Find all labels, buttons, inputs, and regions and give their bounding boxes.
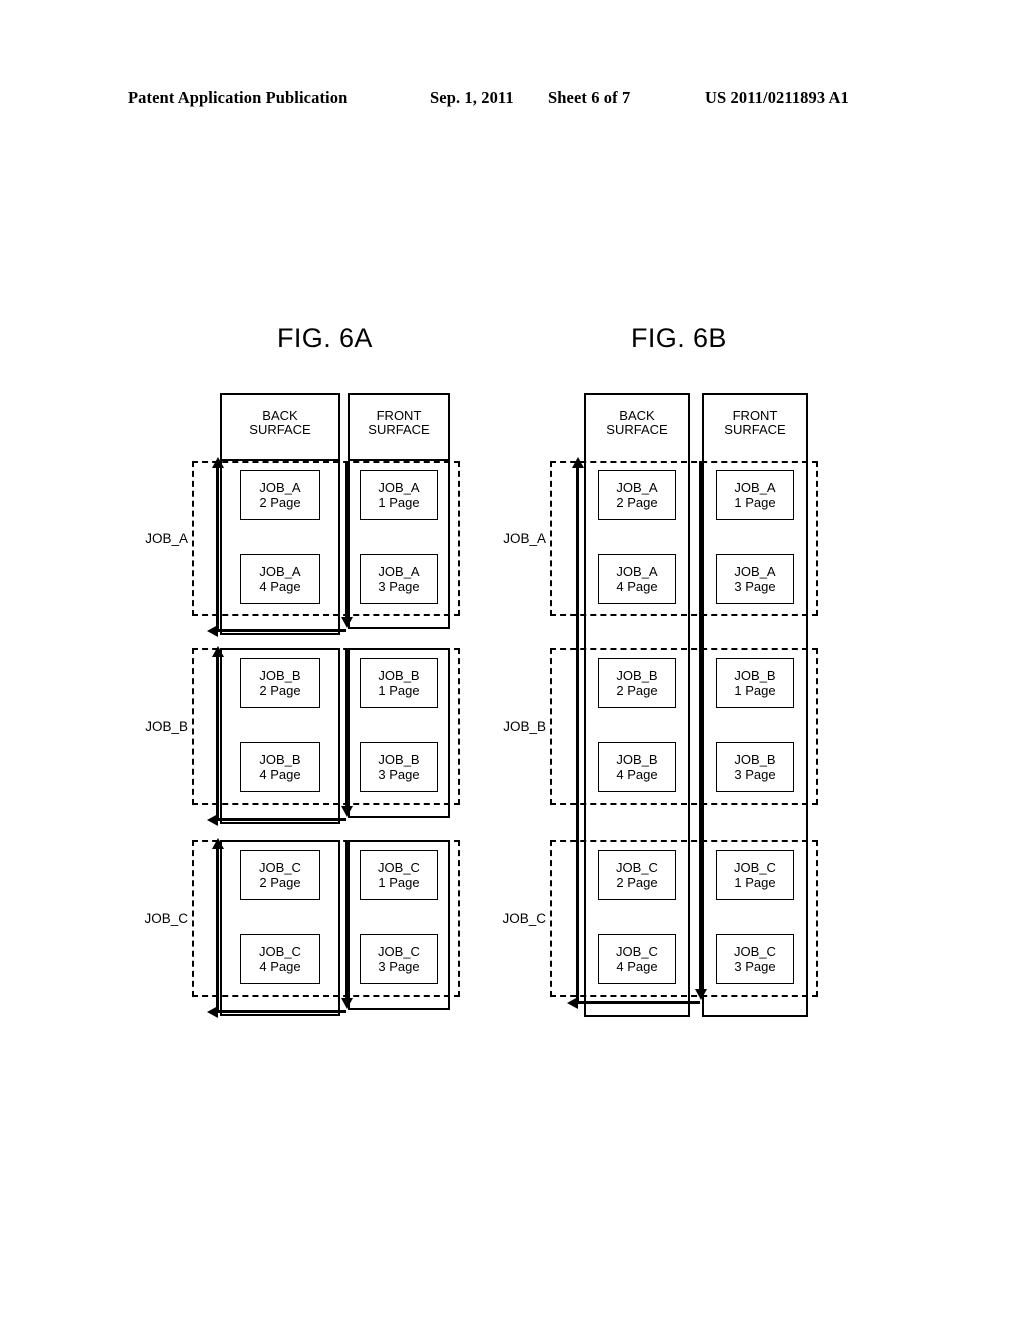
fig6b-flow-down-line: [699, 461, 702, 990]
fig6b-cell-front-b2: JOB_B 3 Page: [716, 742, 794, 792]
fig6a-job-c-group-label: JOB_C: [144, 911, 188, 926]
fig6a-cell-front-a2: JOB_A 3 Page: [360, 554, 438, 604]
header-publication: Patent Application Publication: [128, 88, 348, 107]
fig6b-back-column-header: BACK SURFACE: [606, 408, 668, 437]
fig6b-job-a-group-label: JOB_A: [503, 531, 546, 546]
fig6a-flow-return-line-a: [216, 629, 346, 632]
fig6a-flow-down-arrowhead-b: [340, 806, 353, 817]
fig6a-flow-up-line-b: [216, 655, 219, 820]
fig6b-cell-back-a2: JOB_A 4 Page: [598, 554, 676, 604]
fig6a-cell-back-a1: JOB_A 2 Page: [240, 470, 320, 520]
fig6b-flow-up-arrowhead: [571, 457, 584, 468]
fig6b-flow-down-arrowhead: [694, 989, 707, 1000]
fig6a-flow-return-arrowhead-a: [207, 624, 218, 637]
fig6b-cell-front-b1: JOB_B 1 Page: [716, 658, 794, 708]
fig6a-flow-down-arrowhead-c: [340, 998, 353, 1009]
fig6b-cell-back-a1: JOB_A 2 Page: [598, 470, 676, 520]
fig6a-cell-back-c2: JOB_C 4 Page: [240, 934, 320, 984]
fig6a-cell-back-c1: JOB_C 2 Page: [240, 850, 320, 900]
fig6a-back-column-header: BACK SURFACE: [249, 408, 311, 437]
patent-drawing-sheet: Patent Application Publication Sep. 1, 2…: [0, 0, 1024, 1320]
fig6a-flow-up-line-c: [216, 847, 219, 1012]
fig6a-flow-up-arrowhead-b: [211, 646, 224, 657]
fig6b-job-c-group-label: JOB_C: [502, 911, 546, 926]
fig6a-flow-up-line-a: [216, 466, 219, 631]
fig6a-cell-back-b1: JOB_B 2 Page: [240, 658, 320, 708]
fig6a-flow-down-line-b: [345, 650, 348, 807]
fig6b-front-column-header: FRONT SURFACE: [724, 408, 786, 437]
fig6a-job-b-group-label: JOB_B: [145, 719, 188, 734]
fig6a-flow-return-arrowhead-c: [207, 1005, 218, 1018]
fig6a-cell-front-c1: JOB_C 1 Page: [360, 850, 438, 900]
figure-title-6a: FIG. 6A: [277, 323, 373, 353]
fig6a-flow-up-arrowhead-a: [211, 457, 224, 468]
fig6a-flow-return-line-c: [216, 1010, 346, 1013]
fig6a-flow-return-arrowhead-b: [207, 813, 218, 826]
fig6a-cell-back-a2: JOB_A 4 Page: [240, 554, 320, 604]
fig6a-front-column-header: FRONT SURFACE: [368, 408, 430, 437]
fig6a-flow-return-line-b: [216, 818, 346, 821]
fig6b-cell-front-a2: JOB_A 3 Page: [716, 554, 794, 604]
fig6b-flow-return-line: [576, 1001, 700, 1004]
figure-title-6b: FIG. 6B: [631, 323, 727, 353]
fig6b-cell-front-c1: JOB_C 1 Page: [716, 850, 794, 900]
fig6a-flow-up-arrowhead-c: [211, 838, 224, 849]
fig6b-flow-up-line: [576, 466, 579, 1004]
fig6a-cell-front-b1: JOB_B 1 Page: [360, 658, 438, 708]
fig6b-flow-return-arrowhead: [567, 996, 578, 1009]
fig6a-cell-back-b2: JOB_B 4 Page: [240, 742, 320, 792]
fig6b-cell-back-c1: JOB_C 2 Page: [598, 850, 676, 900]
fig6a-cell-front-c2: JOB_C 3 Page: [360, 934, 438, 984]
fig6b-cell-back-b1: JOB_B 2 Page: [598, 658, 676, 708]
fig6a-cell-front-b2: JOB_B 3 Page: [360, 742, 438, 792]
fig6b-job-b-group-label: JOB_B: [503, 719, 546, 734]
fig6b-cell-back-b2: JOB_B 4 Page: [598, 742, 676, 792]
header-date: Sep. 1, 2011: [430, 88, 514, 107]
fig6a-flow-down-arrowhead-a: [340, 617, 353, 628]
fig6a-cell-front-a1: JOB_A 1 Page: [360, 470, 438, 520]
fig6a-flow-down-line-a: [345, 461, 348, 618]
header-patent-number: US 2011/0211893 A1: [705, 88, 849, 107]
fig6a-flow-down-line-c: [345, 842, 348, 999]
header-sheet-number: Sheet 6 of 7: [548, 88, 631, 107]
fig6a-job-a-group-label: JOB_A: [145, 531, 188, 546]
fig6b-cell-front-a1: JOB_A 1 Page: [716, 470, 794, 520]
fig6b-cell-front-c2: JOB_C 3 Page: [716, 934, 794, 984]
fig6b-cell-back-c2: JOB_C 4 Page: [598, 934, 676, 984]
